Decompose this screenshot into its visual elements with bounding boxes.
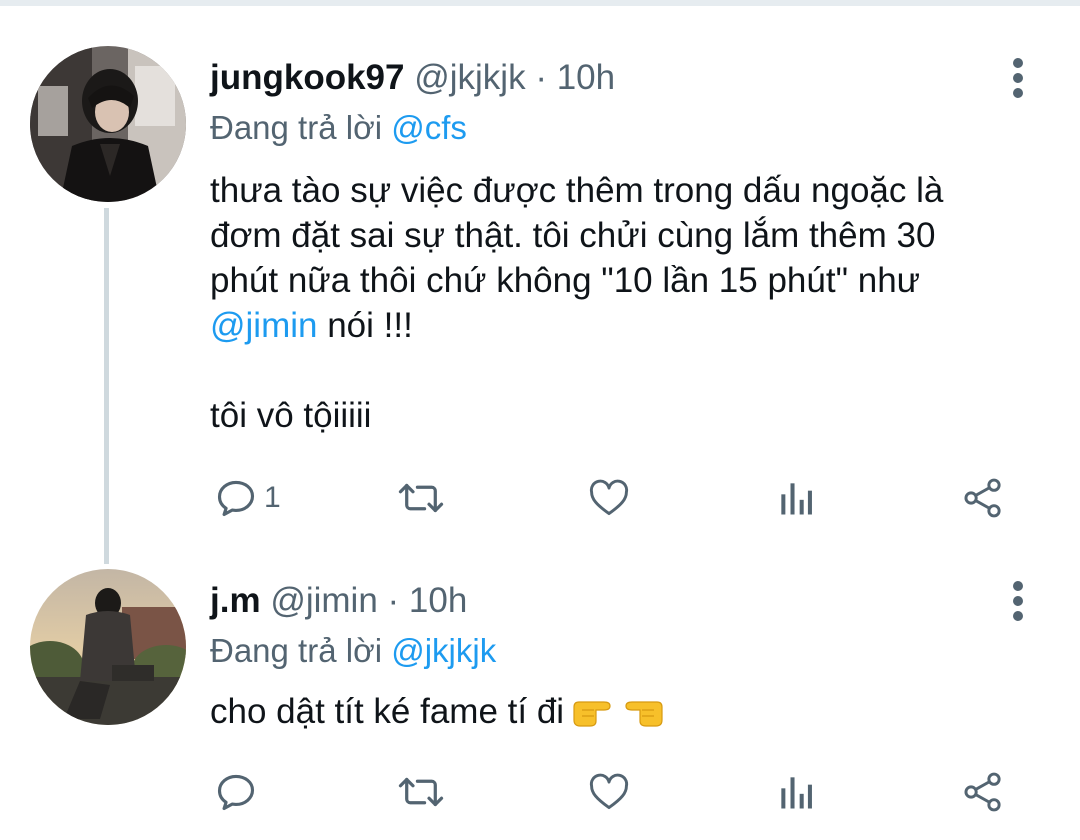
backhand-index-pointing-left-icon — [625, 701, 663, 727]
stats-icon — [781, 777, 812, 809]
view-stats-button[interactable] — [776, 767, 816, 817]
view-stats-button[interactable] — [776, 473, 816, 523]
separator-dot: · — [387, 581, 400, 620]
more-icon[interactable] — [1006, 581, 1030, 621]
reply-button[interactable] — [214, 767, 264, 817]
tweet-header: j.m @jimin · 10h — [210, 581, 467, 621]
like-icon — [589, 479, 629, 516]
share-icon — [964, 478, 1001, 518]
top-divider — [0, 0, 1080, 6]
avatar-photo — [30, 46, 186, 202]
replying-to: Đang trả lời @cfs — [210, 108, 467, 148]
reply-icon — [217, 480, 255, 517]
reply-icon — [217, 774, 255, 811]
retweet-icon — [398, 777, 444, 807]
tweet-text-line: đơm đặt sai sự thật. tôi chửi cùng lắm t… — [210, 216, 936, 255]
tweet-text-line: thưa tào sự việc được thêm trong dấu ngo… — [210, 171, 944, 210]
backhand-index-pointing-right-icon — [573, 701, 611, 727]
stats-icon — [781, 483, 812, 515]
tweet-text-line: phút nữa thôi chứ không "10 lần 15 phút"… — [210, 261, 921, 300]
tweet-text: cho dật tít ké fame tí đi — [210, 689, 1030, 740]
replying-to-mention[interactable]: @jkjkjk — [391, 632, 496, 669]
replying-to: Đang trả lời @jkjkjk — [210, 631, 496, 671]
avatar[interactable] — [30, 569, 186, 725]
share-button[interactable] — [960, 767, 1006, 817]
retweet-button[interactable] — [396, 473, 446, 523]
reply-button[interactable]: 1 — [214, 473, 281, 523]
timestamp[interactable]: 10h — [557, 58, 615, 97]
body-mention[interactable]: @jimin — [210, 306, 317, 345]
timestamp[interactable]: 10h — [409, 581, 467, 620]
retweet-button[interactable] — [396, 767, 446, 817]
like-button[interactable] — [586, 473, 632, 523]
like-icon — [589, 773, 629, 810]
share-icon — [964, 772, 1001, 812]
tweet-actions: 1 — [210, 473, 1030, 523]
user-handle[interactable]: @jimin — [270, 581, 377, 620]
avatar[interactable] — [30, 46, 186, 202]
thread-connector-line — [104, 208, 109, 564]
replying-prefix: Đang trả lời — [210, 109, 383, 146]
user-handle[interactable]: @jkjkjk — [414, 58, 525, 97]
separator-dot: · — [535, 58, 547, 97]
tweet-actions — [210, 767, 1030, 817]
tweet-text-line: @jimin nói !!! — [210, 303, 1030, 348]
more-icon[interactable] — [1006, 58, 1030, 98]
tweet-text: thưa tào sự việc được thêm trong dấu ngo… — [210, 168, 1030, 438]
share-button[interactable] — [960, 473, 1006, 523]
tweet-text-line: cho dật tít ké fame tí đi — [210, 689, 1030, 740]
avatar-photo — [30, 569, 186, 725]
replying-prefix: Đang trả lời — [210, 632, 383, 669]
tweet-header: jungkook97 @jkjkjk · 10h — [210, 58, 615, 98]
tweet-text-content: cho dật tít ké fame tí đi — [210, 692, 565, 731]
retweet-icon — [398, 483, 444, 513]
body-mention-suffix: nói !!! — [317, 306, 413, 345]
reply-count: 1 — [264, 481, 281, 514]
like-button[interactable] — [586, 767, 632, 817]
replying-to-mention[interactable]: @cfs — [391, 109, 467, 146]
emoji-group — [572, 693, 664, 740]
display-name[interactable]: j.m — [210, 581, 261, 620]
display-name[interactable]: jungkook97 — [210, 58, 404, 97]
tweet-text-line: tôi vô tộiiiii — [210, 396, 372, 435]
